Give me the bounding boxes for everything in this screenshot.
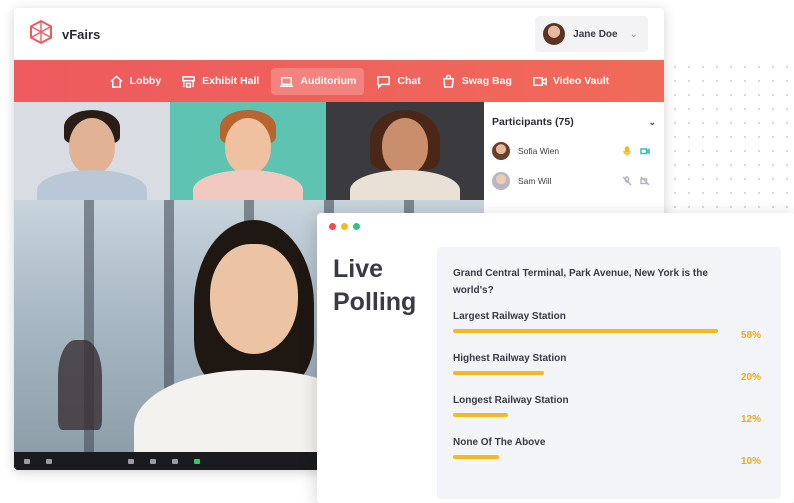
poll-option[interactable]: None Of The Above 10% [453,437,767,479]
user-name: Jane Doe [573,28,618,40]
poll-option-percent: 10% [740,456,761,467]
chat-icon [172,458,178,464]
chevron-down-icon: ⌄ [629,28,638,40]
participant-status [622,146,650,156]
poll-option-percent: 58% [740,330,761,341]
stop-video-control[interactable] [46,458,52,464]
person-face [382,118,428,174]
avatar [492,142,510,160]
video-tile[interactable] [170,102,326,200]
user-menu[interactable]: Jane Doe ⌄ [535,16,648,52]
mute-control[interactable] [24,458,30,464]
poll-option-bar [453,413,508,417]
participant-status [622,176,650,186]
nav-item-label: Exhibit Hall [202,75,260,87]
participant-name: Sam Will [518,176,552,186]
laptop-icon [280,76,294,87]
person-shirt [350,170,460,200]
video-tile[interactable] [14,102,170,200]
nav-item-exhibit-hall[interactable]: Exhibit Hall [173,68,267,95]
participant-row[interactable]: Sofia Wien [492,142,656,160]
nav-item-chat[interactable]: Chat [368,68,428,95]
camera-icon [640,148,650,155]
participant-name: Sofia Wien [518,146,560,156]
mic-icon [24,458,30,464]
nav-item-label: Lobby [129,75,162,87]
person-face [225,118,271,174]
close-dot-icon[interactable] [329,223,336,230]
poll-option-bar [453,371,544,375]
poll-option-label: None Of The Above [453,437,546,448]
maximize-dot-icon[interactable] [353,223,360,230]
security-control[interactable] [128,458,134,464]
avatar [543,23,566,45]
people-icon [150,458,156,464]
poll-heading-line1: Live [333,255,384,283]
vfairs-logo-icon [28,19,54,50]
speaker-face [210,244,298,354]
participants-header[interactable]: Participants (75) ⌄ [492,116,656,128]
poll-option[interactable]: Longest Railway Station 12% [453,395,767,437]
poll-option-label: Largest Railway Station [453,311,566,322]
nav-item-label: Swag Bag [461,75,512,87]
person-shirt [193,170,303,200]
poll-heading: Live Polling [333,253,416,319]
participant-row[interactable]: Sam Will [492,172,656,190]
bag-icon [442,74,454,88]
window-controls [317,213,794,240]
share-icon [194,458,200,464]
nav-item-label: Video Vault [552,75,610,87]
poll-option[interactable]: Largest Railway Station 58% [453,311,767,353]
booth-icon [182,75,196,88]
nav-item-video-vault[interactable]: Video Vault [524,68,617,95]
poll-option-bar [453,329,718,333]
participants-control[interactable] [150,458,156,464]
main-nav: Lobby Exhibit Hall Auditorium Chat Swag … [14,60,664,102]
nav-item-lobby[interactable]: Lobby [101,68,170,95]
avatar [492,172,510,190]
poll-option-percent: 20% [740,372,761,383]
camera-off-icon [640,176,650,186]
poll-question: Grand Central Terminal, Park Avenue, New… [453,268,708,296]
background-person [58,340,102,430]
shield-icon [128,458,134,464]
share-screen-control[interactable] [194,458,200,464]
mic-icon [623,146,631,156]
home-icon [110,74,123,88]
participants-panel: Participants (75) ⌄ Sofia Wien Sam Will [484,102,664,212]
brand-name: vFairs [62,26,101,42]
minimize-dot-icon[interactable] [341,223,348,230]
poll-option-bar [453,455,499,459]
mic-muted-icon [622,176,632,186]
brand[interactable]: vFairs [28,19,100,50]
poll-options: Largest Railway Station 58% Highest Rail… [453,311,767,479]
person-face [69,118,115,174]
video-tiles [14,102,484,200]
poll-option-label: Longest Railway Station [453,395,569,406]
person-shirt [37,170,147,200]
poll-option[interactable]: Highest Railway Station 20% [453,353,767,395]
camera-icon [46,458,52,464]
poll-option-label: Highest Railway Station [453,353,567,364]
poll-card: Grand Central Terminal, Park Avenue, New… [437,247,781,499]
nav-item-auditorium[interactable]: Auditorium [271,67,365,95]
participants-title: Participants (75) [492,116,574,128]
live-polling-window: Live Polling Grand Central Terminal, Par… [317,213,794,503]
top-bar: vFairs Jane Doe ⌄ [14,8,664,60]
video-icon [533,76,547,86]
nav-item-swag-bag[interactable]: Swag Bag [433,68,520,95]
poll-option-percent: 12% [740,414,761,425]
poll-heading-line2: Polling [333,288,417,316]
video-tile[interactable] [326,102,484,200]
nav-item-label: Auditorium [300,75,357,87]
chat-icon [377,75,391,89]
chat-control[interactable] [172,458,178,464]
chevron-down-icon: ⌄ [648,116,656,127]
nav-item-label: Chat [397,75,421,87]
